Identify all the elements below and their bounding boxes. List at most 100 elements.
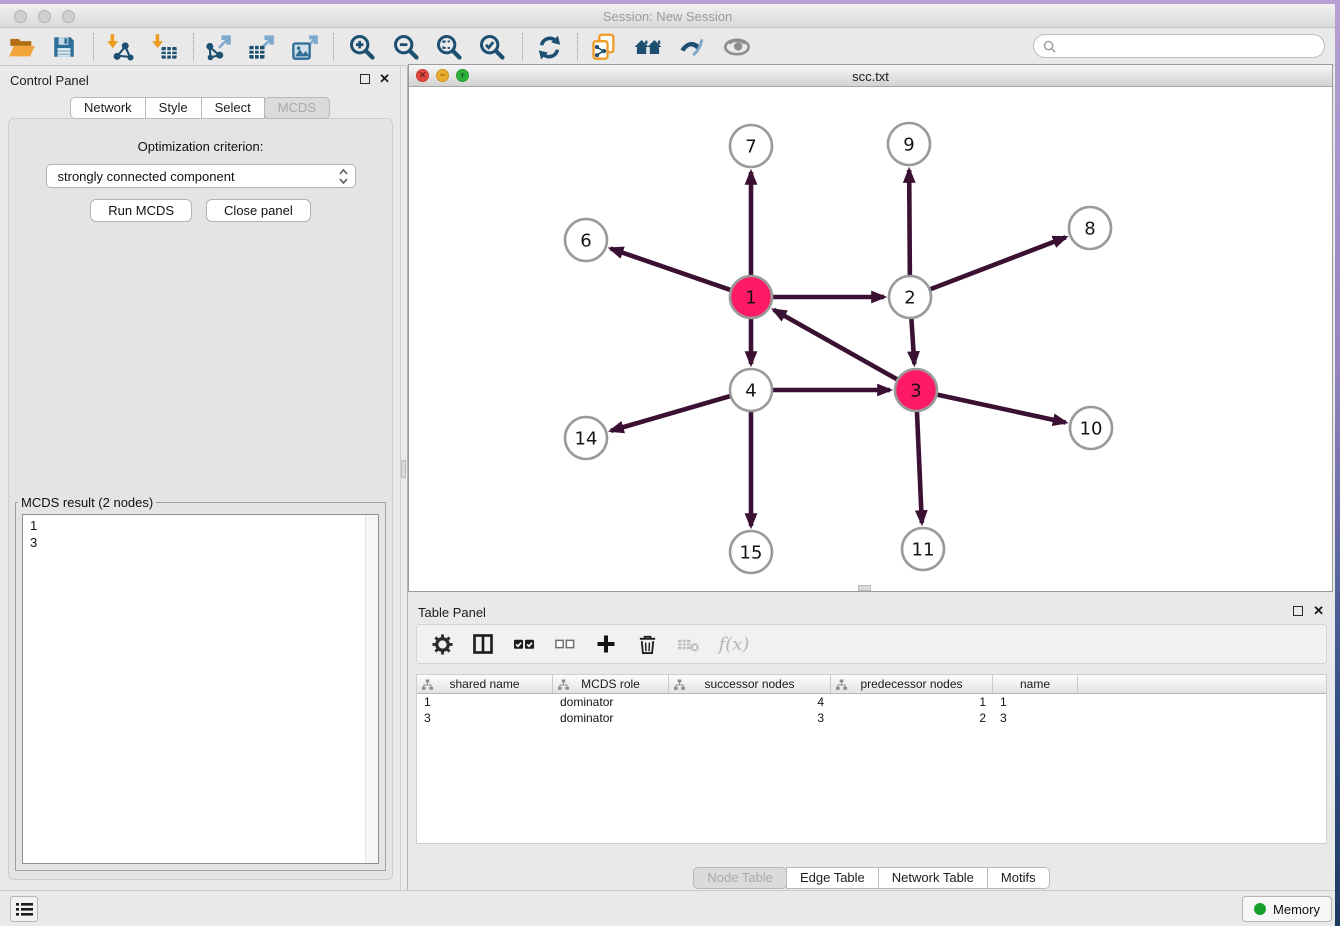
mcds-panel: Optimization criterion: strongly connect… xyxy=(8,118,393,880)
import-network-icon[interactable] xyxy=(105,32,135,62)
table-row[interactable]: 3dominator323 xyxy=(417,710,1326,726)
graph-node-3[interactable]: 3 xyxy=(895,369,937,411)
table-panel: Table Panel ✕ f(x) shared nameMCDS roles xyxy=(408,598,1335,890)
open-folder-icon[interactable] xyxy=(7,32,37,62)
horizontal-splitter-handle[interactable] xyxy=(858,585,871,591)
graph-node-9[interactable]: 9 xyxy=(888,123,930,165)
graph-edge-3-1[interactable] xyxy=(774,310,898,380)
dropdown-stepper-icon xyxy=(339,168,348,188)
float-panel-icon[interactable] xyxy=(360,74,370,84)
refresh-icon[interactable] xyxy=(534,32,564,62)
main-toolbar xyxy=(0,28,1335,66)
table-cell[interactable]: 4 xyxy=(669,695,831,709)
eye-icon[interactable] xyxy=(722,32,752,62)
trash-icon[interactable] xyxy=(635,632,659,656)
network-window-titlebar[interactable]: ✕ − + scc.txt xyxy=(409,65,1332,87)
vertical-splitter[interactable] xyxy=(400,66,408,890)
network-graph: 7 9 6 8 1 2 4 3 14 10 15 11 xyxy=(409,87,1332,591)
graph-node-4[interactable]: 4 xyxy=(730,369,772,411)
tab-mcds[interactable]: MCDS xyxy=(264,97,330,119)
graph-edge-2-3[interactable] xyxy=(911,318,914,364)
zoom-selected-icon[interactable] xyxy=(477,32,507,62)
table-row[interactable]: 1dominator411 xyxy=(417,694,1326,710)
run-mcds-button[interactable]: Run MCDS xyxy=(90,199,192,222)
table-cell[interactable]: 1 xyxy=(993,695,1078,709)
table-cell[interactable]: 1 xyxy=(831,695,993,709)
zoom-out-icon[interactable] xyxy=(391,32,421,62)
import-table-icon[interactable] xyxy=(150,32,180,62)
table-panel-tabs: Node TableEdge TableNetwork TableMotifs xyxy=(408,867,1335,889)
export-table-icon[interactable] xyxy=(246,32,276,62)
toolbar-separator xyxy=(93,33,94,61)
graph-node-15[interactable]: 15 xyxy=(730,531,772,573)
search-input[interactable] xyxy=(1033,34,1325,58)
table-cell[interactable]: dominator xyxy=(553,711,669,725)
graph-node-6[interactable]: 6 xyxy=(565,219,607,261)
search-icon xyxy=(1043,40,1056,53)
graph-edge-3-10[interactable] xyxy=(937,394,1066,422)
column-header-MCDS-role[interactable]: MCDS role xyxy=(553,675,669,693)
graph-node-14[interactable]: 14 xyxy=(565,417,607,459)
result-scrollbar[interactable] xyxy=(365,515,378,863)
eye-slash-icon[interactable] xyxy=(677,32,707,62)
float-table-panel-icon[interactable] xyxy=(1293,606,1303,616)
splitter-handle[interactable] xyxy=(401,460,406,478)
table-cell[interactable]: 3 xyxy=(993,711,1078,725)
zoom-fit-icon[interactable] xyxy=(434,32,464,62)
graph-node-7[interactable]: 7 xyxy=(730,125,772,167)
column-header-predecessor-nodes[interactable]: predecessor nodes xyxy=(831,675,993,693)
unselect-all-icon[interactable] xyxy=(553,632,577,656)
graph-edge-4-14[interactable] xyxy=(611,396,731,431)
graph-node-8[interactable]: 8 xyxy=(1069,207,1111,249)
graph-node-11[interactable]: 11 xyxy=(902,528,944,570)
tab-select[interactable]: Select xyxy=(201,97,265,119)
copy-network-icon[interactable] xyxy=(589,32,619,62)
select-all-icon[interactable] xyxy=(512,632,536,656)
table-cell[interactable]: 3 xyxy=(417,711,553,725)
gear-icon[interactable] xyxy=(430,632,454,656)
table-cell[interactable]: 1 xyxy=(417,695,553,709)
tab-network[interactable]: Network xyxy=(70,97,146,119)
column-type-icon xyxy=(558,679,569,694)
tab-node-table[interactable]: Node Table xyxy=(693,867,787,889)
function-builder-icon[interactable]: f(x) xyxy=(717,632,751,656)
graph-edge-3-11[interactable] xyxy=(917,411,922,523)
criterion-value: strongly connected component xyxy=(58,169,235,184)
tab-edge-table[interactable]: Edge Table xyxy=(786,867,879,889)
table-cell[interactable]: 2 xyxy=(831,711,993,725)
task-history-button[interactable] xyxy=(10,896,38,922)
criterion-dropdown[interactable]: strongly connected component xyxy=(46,164,356,188)
column-header-shared-name[interactable]: shared name xyxy=(417,675,553,693)
graph-node-label: 4 xyxy=(745,380,756,401)
table-cell[interactable]: dominator xyxy=(553,695,669,709)
zoom-in-icon[interactable] xyxy=(347,32,377,62)
graph-node-10[interactable]: 10 xyxy=(1070,407,1112,449)
graph-edge-2-8[interactable] xyxy=(930,237,1066,289)
close-panel-icon[interactable]: ✕ xyxy=(379,71,390,87)
tab-motifs[interactable]: Motifs xyxy=(987,867,1050,889)
add-row-icon[interactable] xyxy=(594,632,618,656)
graph-node-2[interactable]: 2 xyxy=(889,276,931,318)
memory-status-icon xyxy=(1254,903,1266,915)
save-icon[interactable] xyxy=(49,32,79,62)
close-table-panel-icon[interactable]: ✕ xyxy=(1313,603,1324,619)
columns-icon[interactable] xyxy=(471,632,495,656)
column-header-name[interactable]: name xyxy=(993,675,1078,693)
network-canvas[interactable]: 7 9 6 8 1 2 4 3 14 10 15 11 xyxy=(409,87,1332,591)
graph-edge-2-9[interactable] xyxy=(909,170,910,276)
mcds-result-textarea[interactable]: 1 3 xyxy=(22,514,379,864)
tab-network-table[interactable]: Network Table xyxy=(878,867,988,889)
delete-table-icon[interactable] xyxy=(676,632,700,656)
desktop-edge-right xyxy=(1335,0,1340,926)
column-header-successor-nodes[interactable]: successor nodes xyxy=(669,675,831,693)
graph-edge-1-6[interactable] xyxy=(611,248,732,290)
double-home-icon[interactable] xyxy=(633,32,663,62)
tab-style[interactable]: Style xyxy=(145,97,202,119)
graph-node-1[interactable]: 1 xyxy=(730,276,772,318)
memory-button[interactable]: Memory xyxy=(1242,896,1332,922)
export-image-icon[interactable] xyxy=(290,32,320,62)
export-network-icon[interactable] xyxy=(203,32,233,62)
table-cell[interactable]: 3 xyxy=(669,711,831,725)
graph-node-label: 15 xyxy=(740,542,763,563)
close-panel-button[interactable]: Close panel xyxy=(206,199,311,222)
